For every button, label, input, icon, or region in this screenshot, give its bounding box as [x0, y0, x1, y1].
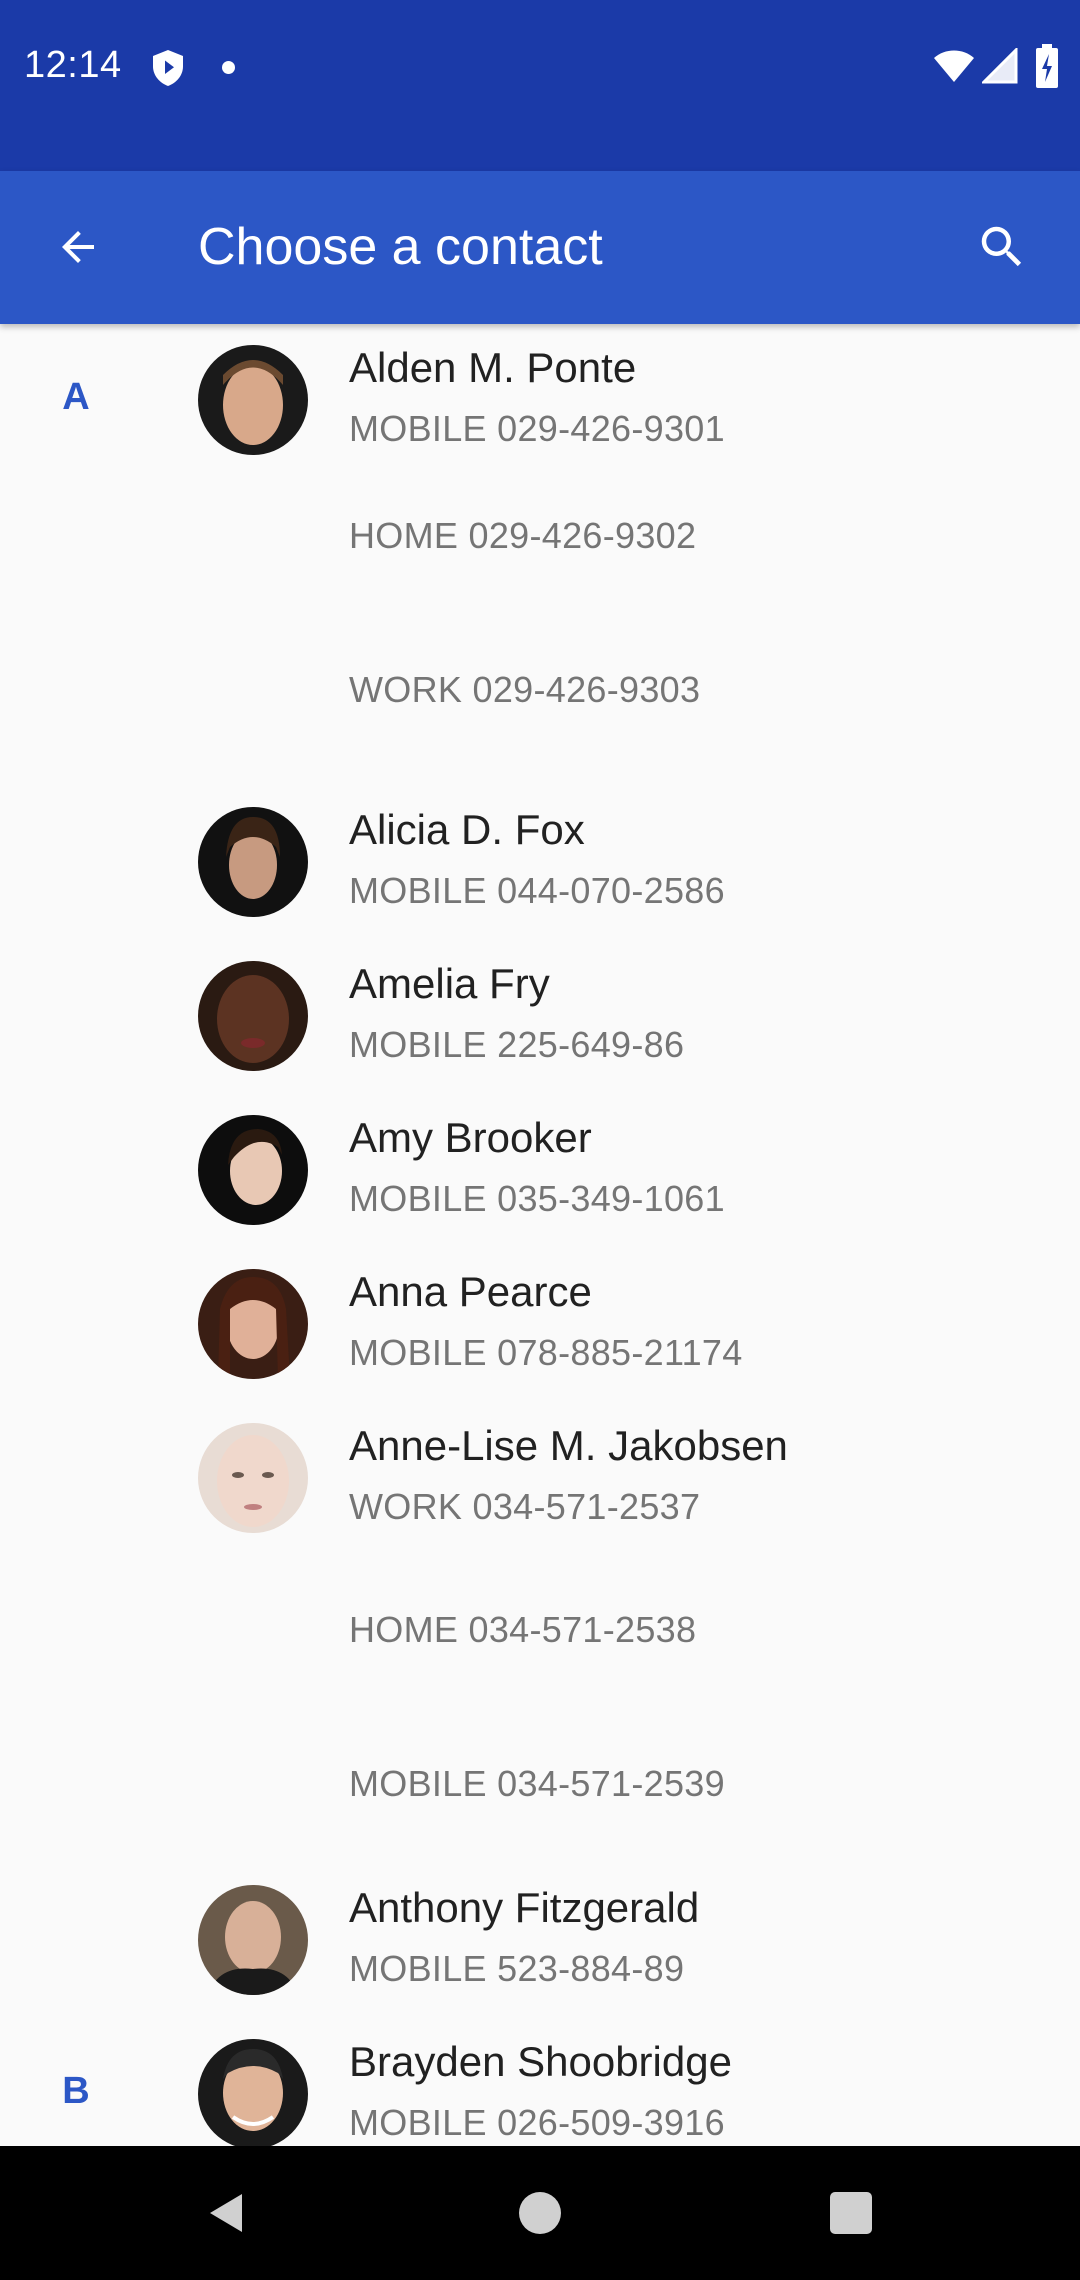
- contact-name: Alicia D. Fox: [349, 806, 585, 853]
- contact-row[interactable]: Alden M. Ponte MOBILE 029-426-9301: [0, 324, 1080, 462]
- contact-phone: MOBILE 044-070-2586: [349, 870, 725, 911]
- arrow-back-icon[interactable]: [50, 219, 106, 275]
- wifi-icon: [934, 50, 974, 82]
- contact-phone-row[interactable]: WORK 029-426-9303: [0, 616, 1080, 770]
- contact-name: Anna Pearce: [349, 1268, 592, 1315]
- contact-avatar: [198, 807, 308, 917]
- contact-phone: WORK 034-571-2537: [349, 1486, 701, 1527]
- contact-avatar: [198, 1269, 308, 1379]
- contact-name: Amelia Fry: [349, 960, 550, 1007]
- contact-phone: MOBILE 026-509-3916: [349, 2102, 725, 2143]
- nav-recents-icon[interactable]: [830, 2192, 872, 2234]
- contact-phone: MOBILE 034-571-2539: [349, 1763, 725, 1804]
- nav-home-icon[interactable]: [519, 2192, 561, 2234]
- contact-avatar: [198, 961, 308, 1071]
- contact-phone: HOME 029-426-9302: [349, 515, 697, 556]
- contact-avatar: [198, 345, 308, 455]
- status-bar: 12:14: [0, 0, 1080, 171]
- contact-phone: WORK 029-426-9303: [349, 669, 701, 710]
- contact-avatar: [198, 2039, 308, 2146]
- status-time: 12:14: [24, 44, 122, 86]
- contact-phone: MOBILE 078-885-21174: [349, 1332, 743, 1373]
- battery-icon: [1036, 44, 1058, 88]
- navigation-bar: [0, 2146, 1080, 2280]
- contact-name: Amy Brooker: [349, 1114, 592, 1161]
- contact-row[interactable]: Brayden Shoobridge MOBILE 026-509-3916: [0, 2018, 1080, 2146]
- contact-phone-row[interactable]: HOME 029-426-9302: [0, 462, 1080, 616]
- search-icon[interactable]: [972, 217, 1032, 277]
- shield-icon: [153, 50, 183, 86]
- contact-phone: MOBILE 029-426-9301: [349, 408, 725, 449]
- contact-phone: HOME 034-571-2538: [349, 1609, 697, 1650]
- contact-list[interactable]: A Alden M. Ponte MOBILE 029-426-9301 HOM…: [0, 324, 1080, 2146]
- contact-avatar: [198, 1115, 308, 1225]
- contact-name: Brayden Shoobridge: [349, 2038, 732, 2085]
- contact-row[interactable]: Alicia D. Fox MOBILE 044-070-2586: [0, 786, 1080, 940]
- contact-phone: MOBILE 225-649-86: [349, 1024, 685, 1065]
- contact-row[interactable]: Amy Brooker MOBILE 035-349-1061: [0, 1094, 1080, 1248]
- contact-phone-row[interactable]: HOME 034-571-2538: [0, 1556, 1080, 1710]
- contact-row[interactable]: Amelia Fry MOBILE 225-649-86: [0, 940, 1080, 1094]
- contact-name: Anthony Fitzgerald: [349, 1884, 700, 1931]
- cell-signal-icon: [982, 48, 1018, 84]
- page-title: Choose a contact: [198, 218, 603, 276]
- notification-dot-icon: [222, 61, 235, 74]
- contact-avatar: [198, 1885, 308, 1995]
- contact-avatar: [198, 1423, 308, 1533]
- contact-row[interactable]: Anna Pearce MOBILE 078-885-21174: [0, 1248, 1080, 1402]
- contact-row[interactable]: Anne-Lise M. Jakobsen WORK 034-571-2537: [0, 1402, 1080, 1556]
- contact-phone: MOBILE 035-349-1061: [349, 1178, 725, 1219]
- nav-back-icon[interactable]: [202, 2188, 252, 2238]
- contact-name: Anne-Lise M. Jakobsen: [349, 1422, 788, 1469]
- contact-name: Alden M. Ponte: [349, 344, 637, 391]
- contact-row[interactable]: Anthony Fitzgerald MOBILE 523-884-89: [0, 1864, 1080, 2018]
- contact-phone-row[interactable]: MOBILE 034-571-2539: [0, 1710, 1080, 1864]
- contact-phone: MOBILE 523-884-89: [349, 1948, 685, 1989]
- app-bar: Choose a contact: [0, 171, 1080, 324]
